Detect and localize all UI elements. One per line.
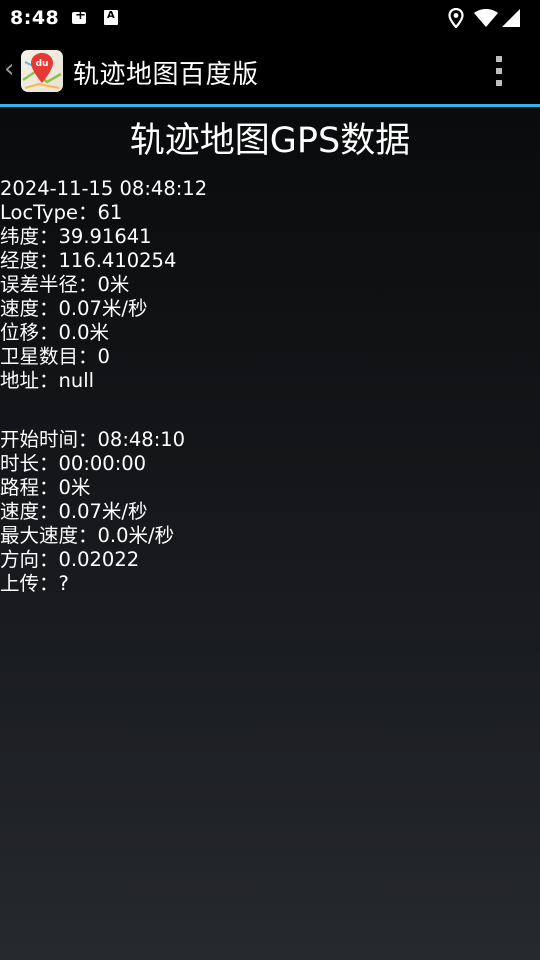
- svg-text:du: du: [36, 59, 49, 69]
- direction: 方向：0.02022: [0, 548, 140, 571]
- gps-info: 2024-11-15 08:48:12 LocType：61 纬度：39.916…: [0, 177, 207, 596]
- track-speed: 速度：0.07米/秒: [0, 500, 148, 523]
- latitude: 纬度：39.91641: [0, 225, 152, 248]
- address: 地址：null: [0, 369, 95, 392]
- loc-type: LocType：61: [0, 201, 123, 224]
- speed: 速度：0.07米/秒: [0, 297, 148, 320]
- page-heading: 轨迹地图GPS数据: [129, 121, 411, 161]
- action-bar: ‹ du 轨迹地图百度版: [0, 36, 540, 107]
- location-timestamp: 2024-11-15 08:48:12: [0, 177, 208, 200]
- overflow-menu-icon[interactable]: [496, 56, 502, 92]
- app-logo[interactable]: du: [21, 50, 63, 92]
- distance: 路程：0米: [0, 476, 91, 499]
- max-speed: 最大速度：0.0米/秒: [0, 524, 175, 547]
- chevron-left-icon[interactable]: ‹: [4, 54, 14, 84]
- app-title: 轨迹地图百度版: [73, 60, 259, 90]
- error-radius: 误差半径：0米: [0, 273, 130, 296]
- font-a-icon: [104, 10, 118, 25]
- notification-plus-icon: [72, 8, 86, 24]
- status-bar: 8:48: [0, 0, 540, 36]
- satellite-count: 卫星数目：0: [0, 345, 110, 368]
- longitude: 经度：116.410254: [0, 249, 177, 272]
- upload-status: 上传：?: [0, 572, 69, 595]
- wifi-icon: [474, 9, 498, 27]
- duration: 时长：00:00:00: [0, 452, 147, 475]
- status-time: 8:48: [10, 7, 60, 29]
- map-pin-logo-icon: du: [22, 53, 62, 89]
- signal-icon: [502, 9, 520, 27]
- start-time: 开始时间：08:48:10: [0, 428, 186, 451]
- displacement: 位移：0.0米: [0, 321, 110, 344]
- location-pin-icon: [448, 8, 464, 28]
